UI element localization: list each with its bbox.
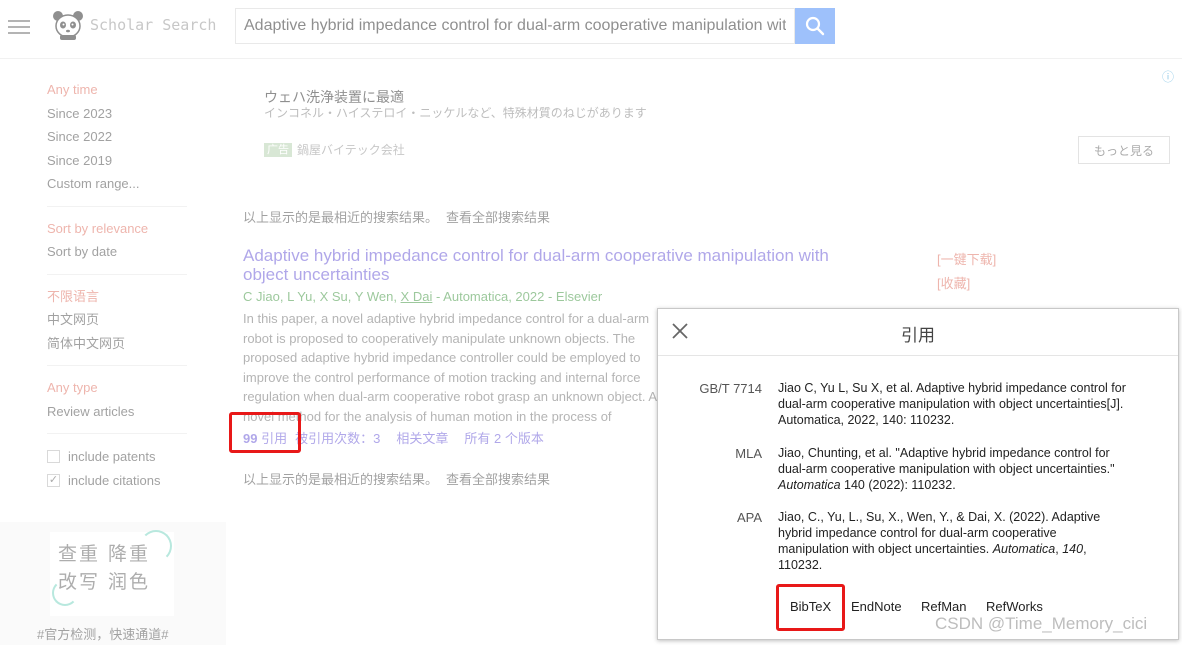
result-authors: C Jiao, L Yu, X Su, Y Wen, X Dai - Autom… (243, 289, 602, 304)
search-box[interactable] (235, 8, 795, 44)
view-all-results-link[interactable]: 查看全部搜索结果 (446, 210, 550, 225)
source-text: - Automatica, 2022 - Elsevier (432, 289, 603, 304)
notice-text: 以上显示的是最相近的搜索结果。 (243, 472, 439, 487)
ad-badge: 广告 (264, 143, 292, 157)
cited-by-link[interactable]: 被引用次数：3 (295, 428, 380, 447)
filter-since-2019[interactable]: Since 2019 (47, 149, 187, 173)
journal-name: Automatica (778, 478, 841, 492)
favorite-link[interactable]: [收藏] (937, 273, 970, 292)
volume: 140 (1062, 542, 1084, 556)
ad-more-button[interactable]: もっと見る (1078, 136, 1170, 164)
include-patents-label: include patents (68, 448, 156, 464)
citation-text-apa[interactable]: Jiao, C., Yu, L., Su, X., Wen, Y., & Dai… (778, 509, 1128, 573)
notice-text: 以上显示的是最相近的搜索结果。 (243, 210, 439, 225)
export-refman-link[interactable]: RefMan (921, 599, 967, 614)
filter-any-language[interactable]: 不限语言 (47, 285, 187, 309)
highlight-box-bibtex (776, 584, 845, 631)
ad-description: インコネル・ハイステロイ・ニッケルなど、特殊材質のねじがあります (264, 106, 647, 120)
sort-by-date[interactable]: Sort by date (47, 240, 187, 264)
highlight-box-cite (229, 412, 301, 453)
citation-style-label: APA (736, 510, 762, 525)
ad-info-icon[interactable]: ⓘ (1162, 68, 1174, 85)
include-citations-checkbox[interactable]: ✓ include citations (47, 468, 187, 492)
filter-any-time[interactable]: Any time (47, 78, 187, 102)
search-input[interactable] (236, 9, 794, 43)
citation-text-mla[interactable]: Jiao, Chunting, et al. "Adaptive hybrid … (778, 445, 1128, 493)
filter-any-type[interactable]: Any type (47, 376, 187, 400)
include-patents-checkbox[interactable]: include patents (47, 444, 187, 468)
divider (47, 365, 187, 366)
one-click-download-link[interactable]: [一键下载] (937, 249, 996, 268)
filter-sidebar: Any time Since 2023 Since 2022 Since 201… (47, 78, 187, 492)
promo-text: 查重 降重 改写 润色 (58, 540, 150, 596)
promo-footer[interactable]: #官方检测，快速通道# (37, 624, 168, 643)
export-refworks-link[interactable]: RefWorks (986, 599, 1043, 614)
citation-part: 140 (2022): 110232. (840, 478, 956, 492)
citation-text-gbt[interactable]: Jiao C, Yu L, Su X, et al. Adaptive hybr… (778, 380, 1128, 428)
search-notice: 以上显示的是最相近的搜索结果。 查看全部搜索结果 (243, 469, 550, 488)
promo-line-1: 查重 降重 (58, 543, 151, 565)
filter-chinese-pages[interactable]: 中文网页 (47, 308, 187, 332)
dialog-title: 引用 (901, 326, 935, 345)
all-versions-link[interactable]: 所有 2 个版本 (464, 428, 543, 447)
search-notice: 以上显示的是最相近的搜索结果。 查看全部搜索结果 (243, 207, 550, 226)
panda-icon (50, 9, 86, 41)
dialog-header: 引用 (658, 309, 1178, 356)
author-link[interactable]: X Dai (401, 289, 433, 304)
top-bar: Scholar Search (0, 0, 1182, 59)
filter-custom-range[interactable]: Custom range... (47, 172, 187, 196)
divider (47, 273, 187, 275)
view-all-results-link[interactable]: 查看全部搜索结果 (446, 472, 550, 487)
watermark: CSDN @Time_Memory_cici (935, 614, 1148, 633)
sort-by-relevance[interactable]: Sort by relevance (47, 217, 187, 241)
ad-company[interactable]: 鍋屋バイテック会社 (297, 141, 405, 158)
filter-review-articles[interactable]: Review articles (47, 400, 187, 424)
search-icon (805, 16, 825, 36)
filter-simplified-chinese-pages[interactable]: 简体中文网页 (47, 332, 187, 356)
divider (47, 205, 187, 207)
logo[interactable]: Scholar Search (50, 8, 216, 42)
divider (47, 433, 187, 434)
journal-name: Automatica (992, 542, 1056, 556)
authors-text: C Jiao, L Yu, X Su, Y Wen, (243, 289, 401, 304)
citation-style-label: GB/T 7714 (699, 381, 762, 396)
promo-line-2: 改写 润色 (58, 571, 151, 593)
citation-part: Jiao, Chunting, et al. "Adaptive hybrid … (778, 446, 1115, 476)
include-citations-label: include citations (68, 472, 161, 488)
cite-dialog: 引用 GB/T 7714 Jiao C, Yu L, Su X, et al. … (657, 308, 1179, 640)
export-endnote-link[interactable]: EndNote (851, 599, 902, 614)
checkmark-icon: ✓ (47, 473, 60, 487)
result-abstract: In this paper, a novel adaptive hybrid i… (243, 311, 657, 424)
related-articles-link[interactable]: 相关文章 (396, 428, 448, 447)
result-title[interactable]: Adaptive hybrid impedance control for du… (243, 246, 843, 284)
menu-icon[interactable] (8, 16, 30, 34)
checkbox-unchecked (47, 449, 60, 463)
citation-style-label: MLA (735, 446, 762, 461)
search-button[interactable] (795, 8, 835, 44)
filter-since-2022[interactable]: Since 2022 (47, 125, 187, 149)
filter-since-2023[interactable]: Since 2023 (47, 102, 187, 126)
brand-name: Scholar Search (90, 16, 217, 34)
